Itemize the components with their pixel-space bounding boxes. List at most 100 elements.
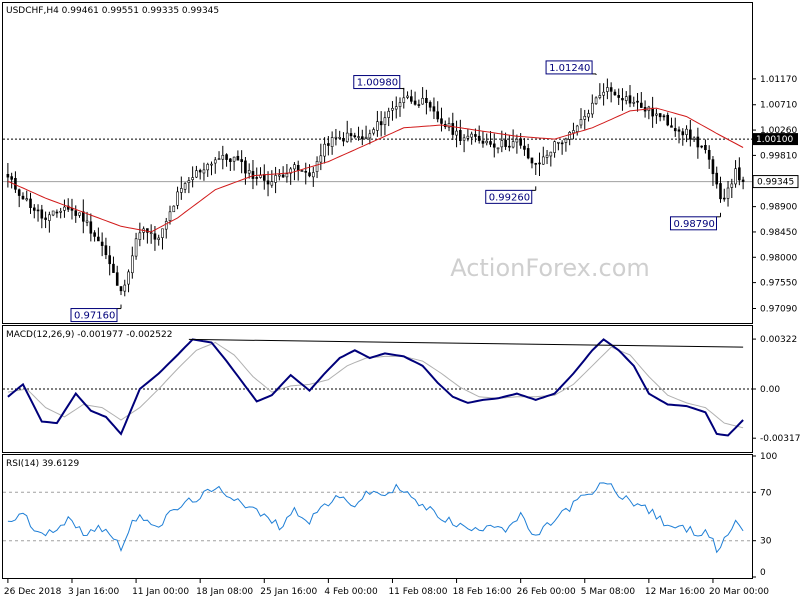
price-candle-body	[481, 140, 485, 144]
price-candle-body	[666, 114, 670, 126]
price-candle-body	[364, 136, 368, 139]
price-candle-body	[594, 97, 598, 104]
price-candle-body	[29, 198, 32, 208]
price-candle-body	[689, 129, 692, 140]
price-candle-body	[17, 189, 21, 196]
price-candle-body	[198, 170, 202, 173]
price-candle-body	[244, 160, 247, 174]
price-candle-body	[119, 286, 123, 292]
price-candle-body	[161, 228, 164, 238]
price-candle-body	[579, 119, 583, 126]
current-price-label: 0.99345	[757, 178, 794, 188]
price-candle-body	[624, 96, 628, 101]
price-candle-body	[658, 113, 662, 118]
rsi-tick-label: 70	[760, 488, 772, 498]
price-candle-body	[662, 115, 666, 118]
price-candle-body	[168, 211, 172, 222]
price-candle-body	[410, 96, 413, 102]
rsi-tick-label: 100	[760, 452, 777, 462]
annotation-label: 0.98790	[673, 219, 714, 230]
price-candle-body	[327, 143, 330, 146]
price-candle-body	[726, 187, 730, 199]
price-candle-body	[334, 136, 338, 139]
price-candle-body	[149, 232, 153, 234]
time-tick-label: 26 Feb 00:00	[517, 587, 576, 597]
rsi-tick-label: 0	[760, 568, 766, 578]
macd-line	[7, 338, 744, 437]
price-candle-body	[421, 97, 424, 105]
price-candle-body	[127, 271, 130, 285]
annotation-label: 0.99260	[489, 192, 530, 203]
price-candle-body	[741, 179, 745, 182]
time-axis: 26 Dec 2018 3 Jan 16:00 11 Jan 00:00 18 Jan…	[4, 579, 769, 597]
price-candle-body	[338, 137, 341, 139]
price-candle-body	[394, 106, 398, 110]
price-candle-body	[722, 197, 726, 200]
price-candle-body	[217, 158, 221, 161]
price-candle-body	[349, 133, 353, 137]
price-candle-body	[738, 167, 741, 181]
price-candle-body	[651, 107, 654, 117]
price-candle-body	[700, 145, 703, 148]
price-candle-body	[485, 140, 489, 144]
price-candle-body	[628, 95, 632, 104]
price-candle-body	[632, 101, 636, 104]
price-candle-body	[530, 157, 534, 164]
price-candle-body	[308, 172, 311, 177]
price-tick-label: 0.97550	[760, 279, 797, 289]
price-candle-body	[138, 232, 142, 240]
price-candle-body	[609, 87, 613, 92]
price-candle-body	[376, 121, 379, 131]
price-candle-body	[300, 170, 304, 172]
chart-canvas: ActionForex.com 1.011701.007101.002600.9…	[2, 2, 800, 597]
price-candle-body	[319, 155, 323, 163]
price-panel-title: USDCHF,H4 0.99461 0.99551 0.99335 0.9934…	[6, 6, 219, 16]
price-candle-body	[504, 139, 507, 147]
price-candle-body	[36, 209, 40, 212]
moving-average-line	[7, 107, 744, 233]
price-candle-body	[553, 141, 556, 153]
price-candle-body	[93, 232, 96, 237]
price-candle-body	[598, 95, 602, 98]
price-candle-body	[526, 148, 530, 159]
price-candle-body	[451, 123, 455, 135]
price-candle-body	[425, 98, 428, 104]
price-candle-body	[266, 180, 270, 185]
price-candle-body	[202, 169, 206, 174]
price-tick-label: 1.00710	[760, 101, 797, 111]
time-tick-label: 18 Jan 08:00	[196, 587, 253, 597]
price-candle-body	[247, 170, 251, 174]
annotation-label: 1.01240	[549, 63, 590, 74]
price-candle-body	[270, 181, 274, 186]
price-candle-body	[164, 221, 168, 230]
price-candle-body	[673, 128, 677, 132]
price-candle-body	[134, 238, 138, 257]
price-candle-body	[345, 132, 349, 142]
price-candle-body	[368, 133, 372, 139]
price-candle-body	[48, 214, 51, 221]
price-candle-body	[549, 151, 553, 157]
price-candle-body	[81, 211, 85, 222]
price-candle-body	[489, 141, 492, 145]
price-candle-body	[180, 188, 183, 193]
rsi-panel: 100 70 30 0	[3, 452, 777, 578]
macd-panel: 0.00322 0.00 -0.003174	[3, 335, 800, 444]
price-candle-body	[115, 272, 119, 286]
macd-panel-title: MACD(12,26,9) -0.001977 -0.002522	[6, 330, 172, 340]
time-tick-label: 26 Dec 2018	[4, 587, 62, 597]
price-candle-body	[104, 245, 108, 256]
price-candle-body	[278, 174, 281, 177]
price-candle-body	[206, 164, 210, 171]
time-tick-label: 20 Mar 00:00	[709, 587, 769, 597]
time-tick-label: 12 Mar 16:00	[645, 587, 705, 597]
level-line-label: 1.00100	[756, 135, 793, 145]
price-tick-label: 0.98900	[760, 203, 797, 213]
price-candle-body	[78, 212, 81, 216]
price-candle-body	[696, 136, 700, 148]
price-candle-body	[330, 137, 334, 147]
price-candle-body	[677, 129, 681, 132]
price-candle-body	[108, 255, 111, 265]
time-tick-label: 11 Feb 08:00	[388, 587, 447, 597]
price-candle-body	[112, 263, 115, 273]
price-candle-body	[575, 125, 579, 132]
